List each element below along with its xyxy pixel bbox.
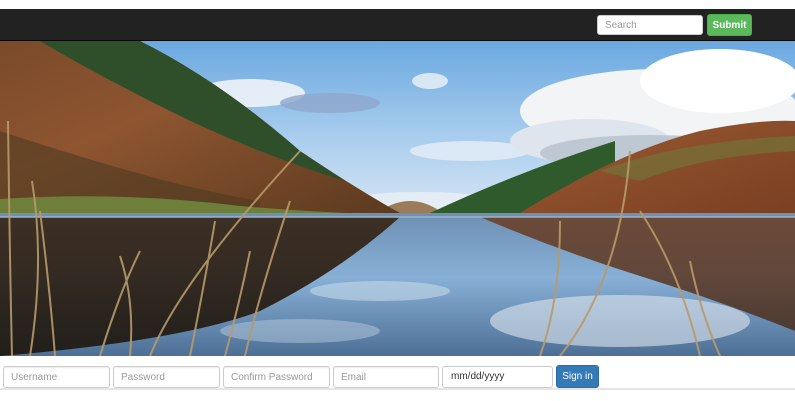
page: Submit — [0, 0, 795, 401]
submit-button[interactable]: Submit — [707, 14, 752, 36]
email-input[interactable] — [333, 366, 439, 388]
username-input[interactable] — [3, 366, 110, 388]
bottom-divider — [0, 388, 795, 390]
hero-image — [0, 41, 795, 356]
confirm-password-input[interactable] — [223, 366, 330, 388]
password-input[interactable] — [113, 366, 220, 388]
landscape-photo — [0, 41, 795, 356]
date-input[interactable]: mm/dd/yyyy — [442, 366, 553, 388]
signup-form: mm/dd/yyyy Sign in — [0, 356, 795, 401]
search-input[interactable] — [597, 15, 703, 35]
top-strip — [0, 0, 795, 9]
signin-button[interactable]: Sign in — [556, 365, 599, 388]
navbar: Submit — [0, 9, 795, 41]
